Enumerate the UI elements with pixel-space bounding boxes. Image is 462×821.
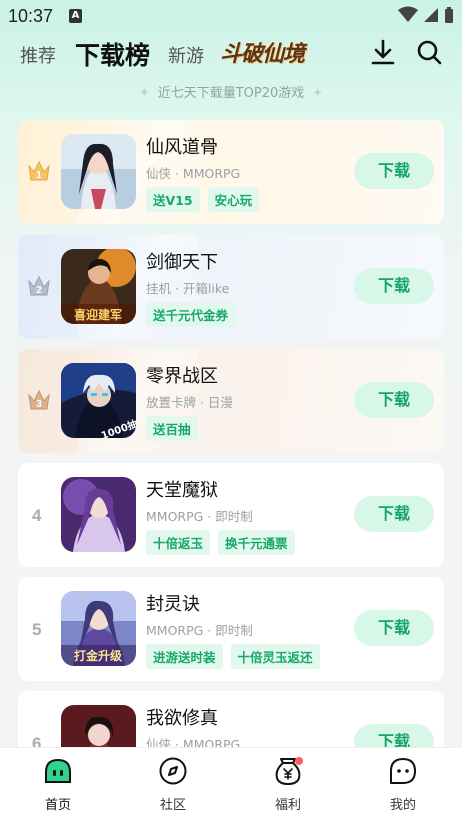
battery-icon <box>445 7 453 23</box>
game-tag: 十倍返玉 <box>146 530 211 555</box>
nav-community[interactable]: 社区 <box>143 756 203 813</box>
game-thumbnail[interactable]: 1000抽 <box>61 363 136 438</box>
game-title: 天堂魔狱 <box>146 480 218 501</box>
game-tag: 送V15 <box>146 187 200 212</box>
game-card[interactable]: 1 仙风道骨 仙侠 · MMORPG 送V15 安心玩 下载 <box>18 120 444 224</box>
game-title: 封灵诀 <box>146 594 200 615</box>
download-button[interactable]: 下载 <box>354 153 434 189</box>
game-title: 剑御天下 <box>146 252 218 273</box>
compass-icon <box>159 757 187 785</box>
top-nav: 推荐 下载榜 新游 斗破仙境 <box>0 34 462 74</box>
nav-label: 我的 <box>389 798 416 813</box>
promo-logo[interactable]: 斗破仙境 <box>220 36 305 68</box>
wifi-icon <box>398 6 418 22</box>
game-category: MMORPG · 即时制 <box>146 509 253 524</box>
nav-label: 社区 <box>159 798 186 813</box>
game-category: 挂机 · 开箱like <box>146 281 230 296</box>
game-tag: 送百抽 <box>146 416 198 441</box>
game-card[interactable]: 2 喜迎建军 剑御天下 挂机 · 开箱like 送千元代金券 下载 <box>18 235 444 339</box>
game-thumbnail[interactable]: 打金升级 <box>61 591 136 666</box>
game-tag: 换千元通票 <box>218 530 295 555</box>
rank-number: 4 <box>32 506 42 525</box>
download-button[interactable]: 下载 <box>354 382 434 418</box>
rank-crown-bronze-icon: 3 <box>28 389 50 410</box>
game-card[interactable]: 3 1000抽 零界战区 放置卡牌 · 日漫 送百抽 下载 <box>18 349 444 453</box>
game-category: MMORPG · 即时制 <box>146 623 253 638</box>
svg-text:1: 1 <box>36 170 42 181</box>
download-button[interactable]: 下载 <box>354 610 434 646</box>
game-tag: 进游送时装 <box>146 644 223 669</box>
rank-number: 5 <box>32 620 42 639</box>
game-thumbnail[interactable] <box>61 477 136 552</box>
tab-download-rank[interactable]: 下载榜 <box>75 36 150 72</box>
sparkle-icon: ✦ <box>312 86 324 101</box>
gift-bag-icon <box>275 757 303 785</box>
svg-text:2: 2 <box>36 285 42 296</box>
search-icon <box>417 40 442 65</box>
sparkle-icon: ✦ <box>138 86 150 101</box>
home-icon <box>45 758 71 783</box>
rank-crown-silver-icon: 2 <box>28 275 50 296</box>
svg-text:打金升级: 打金升级 <box>74 648 122 663</box>
svg-text:喜迎建军: 喜迎建军 <box>74 307 122 322</box>
rank-crown-gold-icon: 1 <box>28 160 50 181</box>
game-tag: 十倍灵玉返还 <box>230 644 320 669</box>
game-tag: 安心玩 <box>207 187 260 212</box>
game-title: 我欲修真 <box>146 708 218 729</box>
ranking-subtitle: ✦ 近七天下载量TOP20游戏 ✦ <box>138 86 324 101</box>
game-tag: 送千元代金券 <box>146 302 236 327</box>
nav-home[interactable]: 首页 <box>28 756 88 813</box>
download-button[interactable]: 下载 <box>354 496 434 532</box>
download-manager-button[interactable] <box>370 38 396 66</box>
nav-welfare[interactable]: 福利 <box>258 756 318 813</box>
tab-recommend[interactable]: 推荐 <box>20 42 56 68</box>
tab-new-games[interactable]: 新游 <box>168 42 204 68</box>
game-category: 放置卡牌 · 日漫 <box>146 395 233 410</box>
game-thumbnail[interactable]: 喜迎建军 <box>61 249 136 324</box>
notification-icon: A <box>69 9 82 23</box>
svg-text:3: 3 <box>36 399 42 410</box>
nav-profile[interactable]: 我的 <box>373 756 433 813</box>
profile-icon <box>390 758 416 784</box>
game-card[interactable]: 5 打金升级 封灵诀 MMORPG · 即时制 进游送时装 十倍灵玉返还 下载 <box>18 577 444 681</box>
download-icon <box>371 39 395 65</box>
game-card[interactable]: 4 天堂魔狱 MMORPG · 即时制 十倍返玉 换千元通票 下载 <box>18 463 444 567</box>
bottom-nav: 首页 社区 福利 我的 <box>0 747 462 821</box>
status-time: 10:37 <box>8 6 54 26</box>
search-button[interactable] <box>416 38 442 66</box>
status-bar: 10:37 A <box>0 0 462 34</box>
signal-icon <box>424 8 438 22</box>
nav-label: 首页 <box>44 798 71 813</box>
nav-label: 福利 <box>274 798 301 813</box>
download-button[interactable]: 下载 <box>354 268 434 304</box>
game-title: 仙风道骨 <box>146 137 218 158</box>
game-category: 仙侠 · MMORPG <box>146 166 241 181</box>
game-thumbnail[interactable] <box>61 134 136 209</box>
game-title: 零界战区 <box>146 366 218 387</box>
